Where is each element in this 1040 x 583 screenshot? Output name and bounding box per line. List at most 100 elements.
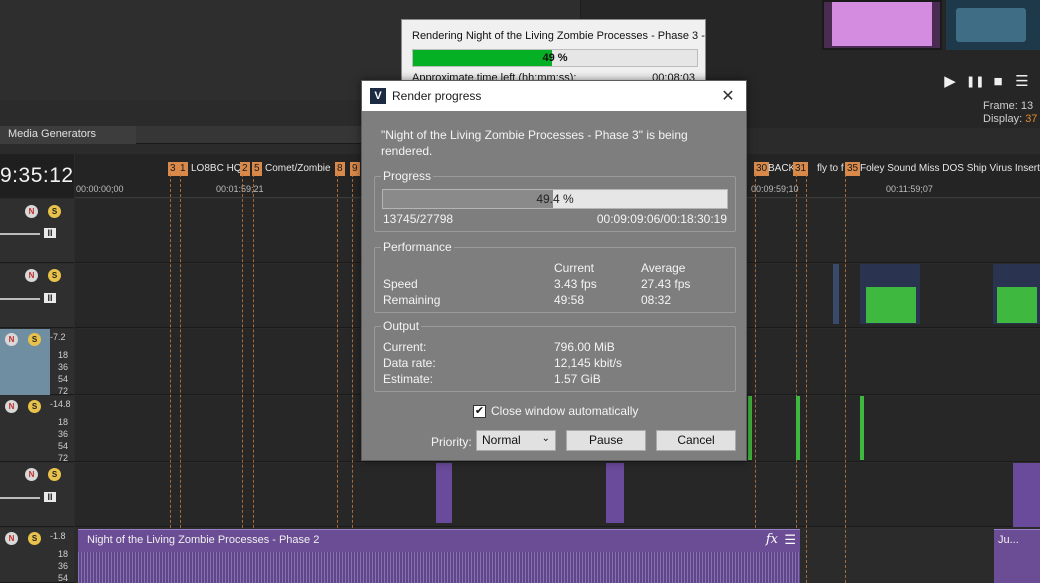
render-status-window[interactable]: Rendering Night of the Living Zombie Pro…: [401, 19, 706, 85]
track-header[interactable]: N S II: [0, 463, 74, 527]
solo-icon[interactable]: S: [28, 532, 41, 545]
data-rate-value: 12,145 kbit/s: [554, 356, 623, 370]
stop-button[interactable]: ■: [990, 74, 1006, 90]
pause-button[interactable]: ❚❚: [966, 74, 984, 90]
fx-icon[interactable]: fx: [766, 532, 778, 547]
cancel-button[interactable]: Cancel: [656, 430, 736, 451]
marker-line: [845, 174, 846, 583]
priority-value: Normal: [482, 433, 521, 447]
marker-line: [352, 174, 353, 583]
solo-icon[interactable]: S: [28, 400, 41, 413]
speed-label: Speed: [383, 277, 418, 291]
frame-label: Frame:: [983, 100, 1018, 112]
level-slider[interactable]: [0, 298, 40, 300]
marker-label: BACK: [768, 163, 796, 174]
video-clip[interactable]: [796, 396, 800, 460]
priority-select[interactable]: Normal ⌄: [476, 430, 556, 451]
render-progress-dialog[interactable]: V Render progress ✕ "Night of the Living…: [361, 80, 747, 461]
marker-label: Comet/Zombie: [265, 163, 331, 174]
level-readout: -7.2: [50, 332, 66, 342]
close-automatically-label[interactable]: Close window automatically: [491, 404, 638, 418]
slider-thumb-icon[interactable]: II: [44, 293, 56, 303]
level-readout: -1.8: [50, 531, 66, 541]
solo-icon[interactable]: S: [28, 333, 41, 346]
pause-button[interactable]: Pause: [566, 430, 646, 451]
video-clip[interactable]: [748, 396, 752, 460]
mute-icon[interactable]: N: [5, 400, 18, 413]
level-slider[interactable]: [0, 233, 40, 235]
level-slider[interactable]: [0, 497, 40, 499]
output-group: Output Current: 796.00 MiB Data rate: 12…: [374, 319, 736, 392]
tab-media-generators[interactable]: Media Generators: [0, 126, 136, 144]
dialog-title: Render progress: [392, 89, 482, 103]
progress-group-title: Progress: [381, 169, 434, 183]
performance-group: Performance Current Average Speed 3.43 f…: [374, 240, 736, 313]
render-status-percent: 49 %: [542, 52, 568, 64]
audio-waveform: [78, 552, 800, 583]
render-status-progress-bar: 49 %: [412, 49, 698, 67]
preview-thumbnail-2: [946, 0, 1040, 50]
slider-thumb-icon[interactable]: II: [44, 492, 56, 502]
mute-icon[interactable]: N: [25, 468, 38, 481]
clip-menu-icon[interactable]: ☰: [784, 532, 796, 548]
slider-thumb-icon[interactable]: II: [44, 228, 56, 238]
play-button[interactable]: ▶: [942, 74, 958, 90]
marker-label: Foley Sound Miss DOS Ship Virus Insert H: [860, 163, 1040, 174]
preview-menu-button[interactable]: ☰: [1014, 74, 1030, 90]
ruler-tick-label: 00:09:59;10: [751, 184, 799, 194]
db-tick: 36: [57, 561, 68, 571]
video-clip-thumbnail: [866, 287, 916, 323]
db-tick: 72: [57, 453, 68, 463]
solo-icon[interactable]: S: [48, 468, 61, 481]
mute-icon[interactable]: N: [5, 333, 18, 346]
marker-line: [242, 174, 243, 583]
db-tick: 18: [57, 417, 68, 427]
performance-group-title: Performance: [381, 240, 454, 254]
remaining-label: Remaining: [383, 293, 441, 307]
mute-icon[interactable]: N: [5, 532, 18, 545]
audio-clip[interactable]: Night of the Living Zombie Processes - P…: [78, 529, 800, 583]
output-group-title: Output: [381, 319, 422, 333]
output-current-value: 796.00 MiB: [554, 340, 615, 354]
video-clip[interactable]: [436, 463, 452, 523]
track-header[interactable]: N S II: [0, 264, 74, 328]
db-tick: 54: [57, 374, 68, 384]
audio-track-header[interactable]: N S -1.8 18 36 54: [0, 528, 74, 583]
marker-line: [253, 174, 254, 583]
mute-icon[interactable]: N: [25, 205, 38, 218]
db-tick: 18: [57, 350, 68, 360]
video-clip[interactable]: [860, 396, 864, 460]
render-status-title: Rendering Night of the Living Zombie Pro…: [412, 30, 705, 42]
solo-icon[interactable]: S: [48, 269, 61, 282]
marker-line: [180, 174, 181, 583]
mute-icon[interactable]: N: [25, 269, 38, 282]
close-icon[interactable]: ✕: [720, 86, 736, 106]
column-average: Average: [641, 261, 686, 275]
dialog-titlebar[interactable]: V Render progress ✕: [362, 81, 746, 111]
display-label: Display:: [983, 113, 1023, 125]
frame-value: 13: [1020, 100, 1034, 112]
render-progress-percent: 49.4 %: [536, 192, 574, 206]
audio-track-header[interactable]: N S -7.2 18 36 54 72: [0, 329, 74, 397]
solo-icon[interactable]: S: [48, 205, 61, 218]
frames-count: 13745/27798: [383, 212, 454, 226]
remaining-average: 08:32: [641, 293, 672, 307]
output-current-label: Current:: [383, 340, 427, 354]
marker-label: LO8BC HQ: [191, 163, 242, 174]
marker[interactable]: 30: [754, 162, 770, 176]
close-automatically-checkbox[interactable]: ✔: [473, 405, 486, 418]
priority-label: Priority:: [431, 435, 472, 449]
audio-track-header[interactable]: N S -14.8 18 36 54 72: [0, 396, 74, 463]
db-tick: 72: [57, 386, 68, 396]
track-header[interactable]: N S II: [0, 199, 74, 263]
video-clip-thumbnail: [997, 287, 1037, 323]
track-lane[interactable]: [75, 463, 1040, 527]
video-clip[interactable]: [606, 463, 624, 523]
remaining-current: 49:58: [554, 293, 585, 307]
marker[interactable]: 35: [845, 162, 861, 176]
video-clip[interactable]: [1013, 463, 1040, 527]
db-tick: 36: [57, 362, 68, 372]
audio-clip[interactable]: Ju...: [994, 529, 1040, 583]
db-scale: 18 36 54 72: [54, 349, 68, 397]
video-clip[interactable]: [833, 264, 839, 324]
